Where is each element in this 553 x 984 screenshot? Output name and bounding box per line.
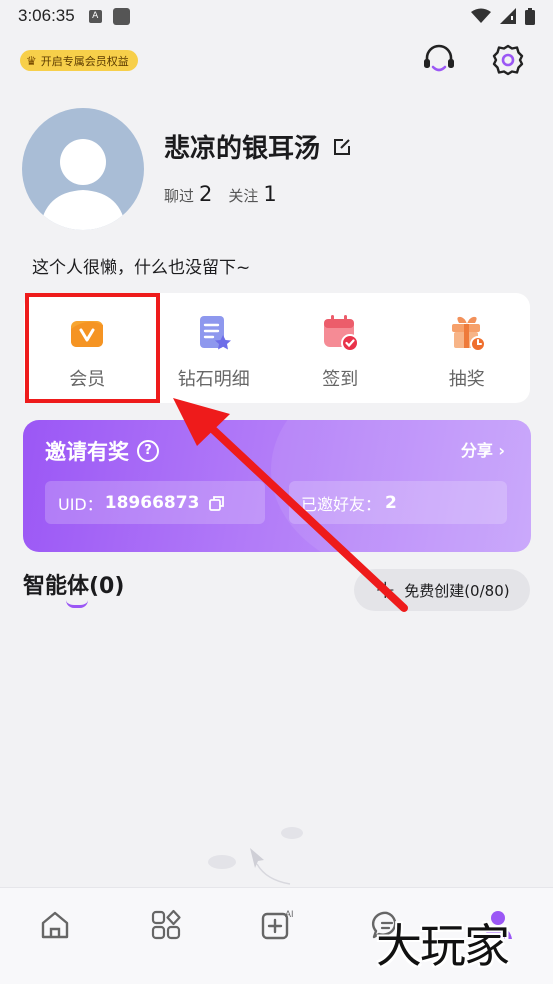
plus-icon: +: [374, 575, 397, 605]
checkin-icon: [324, 315, 360, 352]
edit-icon[interactable]: [332, 137, 352, 157]
customer-service-headset-icon[interactable]: [421, 42, 457, 78]
chatted-label: 聊过: [164, 187, 195, 205]
uid-value: 18966873: [104, 492, 200, 513]
agents-section-title[interactable]: 智能体(0): [23, 568, 124, 600]
quick-action-checkin[interactable]: 签到: [277, 293, 404, 403]
share-button[interactable]: 分享 ›: [461, 437, 505, 461]
invite-title: 邀请有奖 ?: [45, 436, 159, 466]
create-agent-button[interactable]: + 免费创建(0/80): [354, 569, 530, 611]
diamond-detail-icon: [199, 316, 231, 350]
quick-action-label: 签到: [322, 369, 359, 390]
vip-benefits-chip[interactable]: ♛ 开启专属会员权益: [20, 50, 138, 71]
quick-action-diamond-detail[interactable]: 钻石明细: [151, 293, 278, 403]
notification-square-icon: [112, 7, 130, 25]
create-agent-label: 免费创建(0/80): [404, 581, 510, 600]
default-avatar-silhouette-icon: [40, 139, 126, 230]
tab-home[interactable]: [0, 888, 111, 984]
lottery-gift-icon: [451, 316, 486, 352]
status-time: 3:06:35: [18, 6, 75, 25]
invite-rewards-card[interactable]: 邀请有奖 ? 分享 › UID： 18966873 已邀好友： 2: [23, 420, 531, 552]
annotation-highlight-box: [25, 293, 160, 403]
apps-grid-icon: [151, 909, 181, 940]
home-icon: [42, 911, 69, 939]
wifi-icon: [471, 8, 491, 23]
svg-text:AI: AI: [285, 909, 293, 919]
invited-count: 2: [385, 492, 397, 513]
user-stats: 聊过 2 关注 1: [164, 182, 293, 206]
uid-label: UID：: [58, 494, 103, 514]
status-bar: 3:06:35 A: [0, 0, 553, 32]
chatted-count[interactable]: 2: [199, 182, 212, 206]
nickname-text: 悲凉的银耳汤: [164, 134, 321, 164]
signal-icon: [500, 8, 516, 24]
copy-icon[interactable]: [209, 495, 225, 511]
tab-discover[interactable]: [111, 888, 222, 984]
ai-create-icon: AI: [262, 909, 293, 940]
agents-tab-indicator: [66, 600, 88, 608]
invited-friends-box: 已邀好友： 2: [289, 481, 507, 524]
following-label: 关注: [228, 187, 259, 205]
invite-title-text: 邀请有奖: [45, 440, 129, 464]
uid-box: UID： 18966873: [45, 481, 265, 524]
user-nickname[interactable]: 悲凉的银耳汤: [164, 128, 352, 165]
crown-icon: ♛: [26, 53, 37, 68]
notification-a-icon: A: [88, 9, 102, 23]
invited-label: 已邀好友：: [301, 494, 382, 514]
watermark-text: 大玩家: [376, 919, 510, 973]
user-avatar[interactable]: [22, 108, 144, 230]
quick-action-label: 钻石明细: [177, 369, 250, 390]
following-count[interactable]: 1: [263, 182, 276, 206]
quick-action-lottery[interactable]: 抽奖: [404, 293, 531, 403]
settings-gear-icon[interactable]: [490, 42, 526, 78]
battery-icon: [525, 7, 535, 25]
help-question-icon[interactable]: ?: [137, 440, 159, 462]
vip-benefits-label: 开启专属会员权益: [40, 54, 129, 68]
empty-state-illustration: [208, 827, 303, 885]
tab-ai-create[interactable]: AI: [221, 888, 332, 984]
quick-action-label: 抽奖: [448, 369, 485, 390]
user-bio: 这个人很懒，什么也没留下~: [32, 258, 251, 278]
